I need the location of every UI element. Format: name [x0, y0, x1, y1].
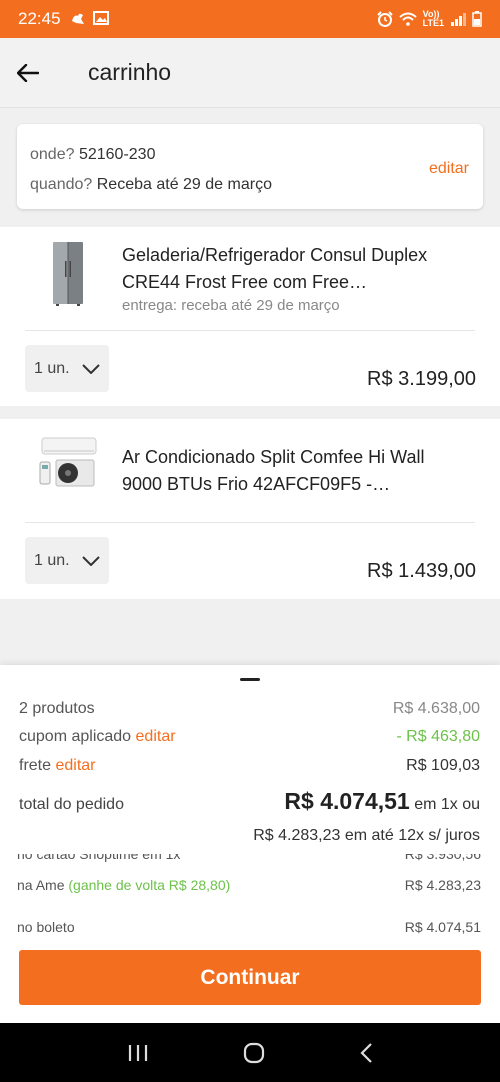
quantity-value: 1 un. — [34, 551, 70, 569]
ame-value: R$ 4.283,23 — [404, 877, 481, 893]
shoptime-label: no cartão Shoptime em 1x — [17, 854, 181, 862]
delivery-edit-link[interactable]: editar — [429, 160, 469, 178]
shipping-label: frete — [19, 757, 52, 774]
shipping-label-group: frete editar — [19, 757, 96, 775]
products-row: 2 produtos R$ 4.638,00 — [19, 700, 480, 718]
coupon-row: cupom aplicado editar - R$ 463,80 — [19, 728, 480, 746]
cart-item: Geladeria/Refrigerador Consul Duplex CRE… — [0, 227, 500, 406]
delivery-info-card: onde? 52160-230 quando? Receba até 29 de… — [17, 124, 483, 209]
coupon-label: cupom aplicado — [19, 728, 132, 745]
boleto-value: R$ 4.074,51 — [404, 919, 481, 935]
status-time: 22:45 — [18, 9, 61, 28]
product-price: R$ 1.439,00 — [367, 560, 476, 582]
total-suffix: em 1x ou — [414, 796, 480, 813]
quantity-select[interactable]: 1 un. — [25, 537, 109, 584]
ame-label: na Ame — [17, 877, 65, 893]
cart-item: Ar Condicionado Split Comfee Hi Wall 900… — [0, 419, 500, 599]
installments-row: R$ 4.283,23 em até 12x s/ juros — [19, 827, 480, 845]
ame-label-group: na Ame (ganhe de volta R$ 28,80) — [17, 877, 230, 893]
status-left-icons — [69, 11, 109, 27]
page-title: carrinho — [88, 59, 172, 85]
back-nav-icon[interactable] — [359, 1042, 373, 1063]
divider — [25, 330, 475, 331]
shoptime-row: no cartão Shoptime em 1x R$ 3.930,56 — [17, 854, 481, 863]
refrigerator-image[interactable] — [28, 239, 108, 309]
ame-row: na Ame (ganhe de volta R$ 28,80) R$ 4.28… — [17, 877, 481, 893]
drag-handle[interactable] — [240, 678, 260, 681]
app-header: carrinho — [0, 38, 500, 108]
coupon-edit-link[interactable]: editar — [136, 728, 176, 745]
coupon-value: - R$ 463,80 — [396, 728, 480, 745]
shipping-edit-link[interactable]: editar — [55, 757, 95, 774]
continue-button[interactable]: Continuar — [19, 950, 481, 1005]
when-value: Receba até 29 de março — [96, 176, 272, 193]
status-bar: 22:45 Vo)) LTE1 — [0, 0, 500, 38]
quantity-value: 1 un. — [34, 359, 70, 377]
weather-icon — [71, 13, 84, 24]
coupon-label-group: cupom aplicado editar — [19, 728, 176, 746]
air-conditioner-image[interactable] — [28, 429, 108, 499]
total-row: total do pedido R$ 4.074,51 em 1x ou — [19, 788, 480, 815]
image-icon — [92, 11, 109, 25]
ame-cashback: (ganhe de volta R$ 28,80) — [68, 877, 231, 893]
shoptime-value: R$ 3.930,56 — [404, 854, 481, 862]
where-value: 52160-230 — [78, 146, 156, 163]
signal-icon — [450, 12, 466, 26]
network-label: Vo)) LTE1 — [422, 9, 444, 28]
shipping-row: frete editar R$ 109,03 — [19, 757, 480, 775]
products-label: 2 produtos — [19, 700, 95, 717]
arrow-left-icon — [17, 63, 39, 82]
chevron-down-icon — [81, 363, 100, 374]
back-button[interactable] — [0, 38, 56, 108]
installments-text: R$ 4.283,23 em até 12x s/ juros — [253, 827, 480, 844]
alarm-icon — [376, 11, 393, 27]
when-label: quando? — [30, 176, 93, 193]
boleto-row: no boleto R$ 4.074,51 — [17, 919, 481, 935]
divider — [25, 522, 475, 523]
delivery-where-row: onde? 52160-230 — [30, 140, 470, 170]
battery-icon — [472, 11, 482, 27]
home-icon[interactable] — [243, 1042, 265, 1064]
product-name[interactable]: Ar Condicionado Split Comfee Hi Wall 900… — [122, 444, 460, 498]
status-right-icons: Vo)) LTE1 — [376, 9, 482, 28]
total-value: R$ 4.074,51 — [284, 788, 410, 814]
delivery-when-row: quando? Receba até 29 de março — [30, 170, 470, 200]
product-price: R$ 3.199,00 — [367, 368, 476, 390]
recent-apps-icon[interactable] — [127, 1044, 149, 1062]
system-nav-bar — [0, 1023, 500, 1082]
where-label: onde? — [30, 146, 75, 163]
product-name[interactable]: Geladeria/Refrigerador Consul Duplex CRE… — [122, 242, 460, 296]
product-delivery: entrega: receba até 29 de março — [122, 297, 340, 314]
products-value: R$ 4.638,00 — [392, 700, 480, 717]
wifi-icon — [398, 12, 417, 26]
chevron-down-icon — [81, 555, 100, 566]
total-value-group: R$ 4.074,51 em 1x ou — [284, 788, 480, 815]
quantity-select[interactable]: 1 un. — [25, 345, 109, 392]
shipping-value: R$ 109,03 — [406, 757, 480, 774]
boleto-label: no boleto — [17, 919, 75, 935]
total-label: total do pedido — [19, 796, 124, 813]
order-summary-panel: 2 produtos R$ 4.638,00 cupom aplicado ed… — [0, 665, 500, 1023]
